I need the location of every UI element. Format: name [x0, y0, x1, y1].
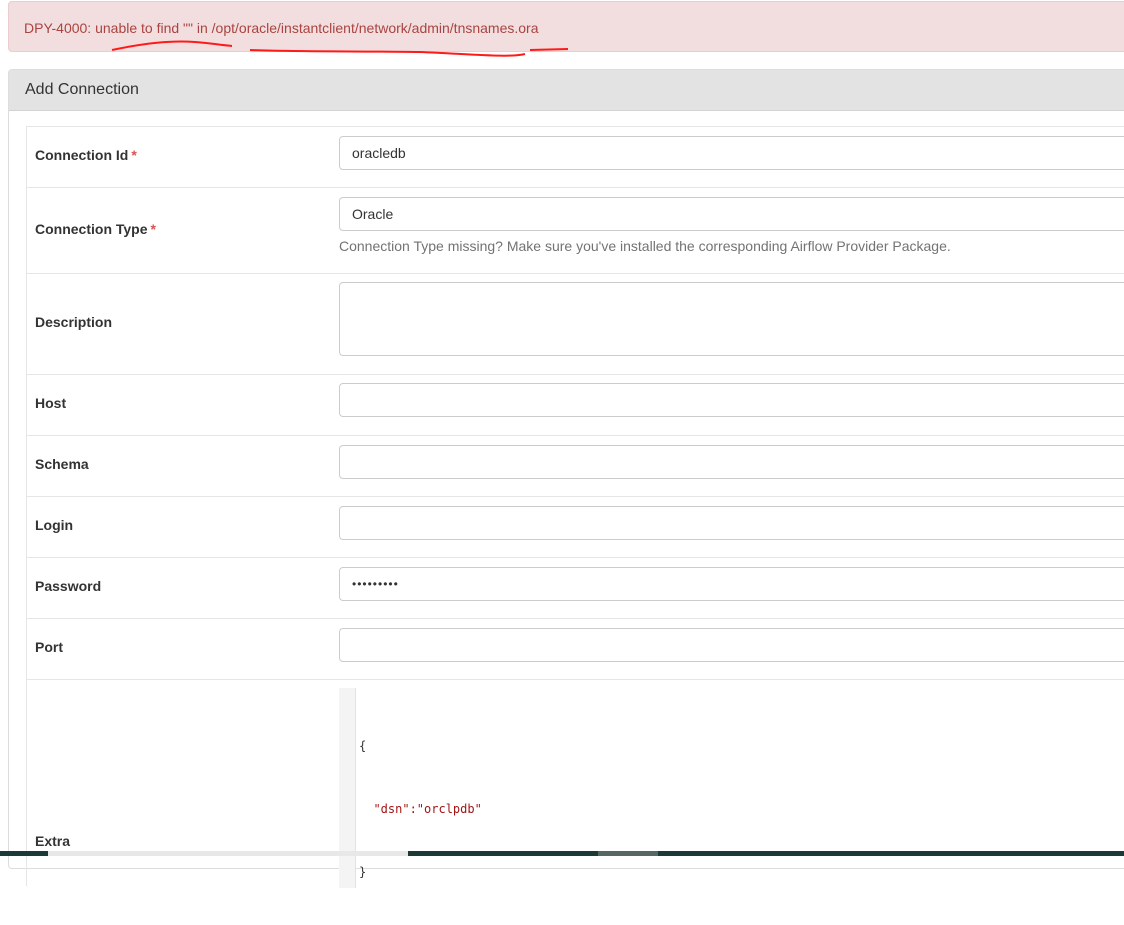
code-line: } [359, 865, 367, 879]
bottom-bar-segment [48, 851, 408, 856]
extra-code-editor[interactable]: { "dsn":"orclpdb" } [339, 688, 1124, 888]
connection-type-select[interactable]: Oracle [339, 197, 1124, 231]
row-connection-type: Connection Type * Oracle Connection Type … [27, 188, 1124, 274]
row-login: Login [27, 497, 1124, 558]
schema-label: Schema [35, 456, 89, 472]
row-port: Port [27, 619, 1124, 680]
code-line: "dsn":"orclpdb" [359, 802, 482, 816]
row-host: Host [27, 375, 1124, 436]
row-extra: Extra { "dsn":"orclpdb" } [27, 680, 1124, 890]
description-textarea[interactable] [339, 282, 1124, 356]
code-lines: { "dsn":"orclpdb" } [359, 694, 482, 925]
extra-label: Extra [35, 833, 71, 849]
password-input[interactable]: ••••••••• [339, 567, 1124, 601]
panel-heading: Add Connection [9, 70, 1124, 111]
host-label: Host [35, 395, 67, 411]
row-connection-id: Connection Id * oracledb [27, 127, 1124, 188]
code-line: { [359, 739, 367, 753]
bottom-bar-segment [598, 851, 658, 856]
row-schema: Schema [27, 436, 1124, 497]
connection-form: Connection Id * oracledb Connection Type *… [26, 126, 1124, 888]
host-input[interactable] [339, 383, 1124, 417]
port-label: Port [35, 639, 63, 655]
row-password: Password ••••••••• [27, 558, 1124, 619]
connection-id-input[interactable]: oracledb [339, 136, 1124, 170]
panel-title: Add Connection [25, 81, 139, 98]
login-label: Login [35, 517, 74, 533]
error-alert: DPY-4000: unable to find "" in /opt/orac… [8, 1, 1124, 52]
schema-input[interactable] [339, 445, 1124, 479]
required-mark: * [150, 221, 156, 237]
port-input[interactable] [339, 628, 1124, 662]
error-message: DPY-4000: unable to find "" in /opt/orac… [24, 20, 539, 36]
password-label: Password [35, 578, 102, 594]
connection-type-label: Connection Type * [35, 221, 156, 237]
connection-type-help: Connection Type missing? Make sure you'v… [339, 238, 951, 254]
required-mark: * [131, 147, 137, 163]
row-description: Description [27, 274, 1124, 375]
add-connection-panel: Add Connection Connection Id * oracledb C… [8, 69, 1124, 888]
login-input[interactable] [339, 506, 1124, 540]
connection-id-label: Connection Id * [35, 147, 137, 163]
code-gutter [339, 688, 356, 888]
description-label: Description [35, 314, 113, 330]
